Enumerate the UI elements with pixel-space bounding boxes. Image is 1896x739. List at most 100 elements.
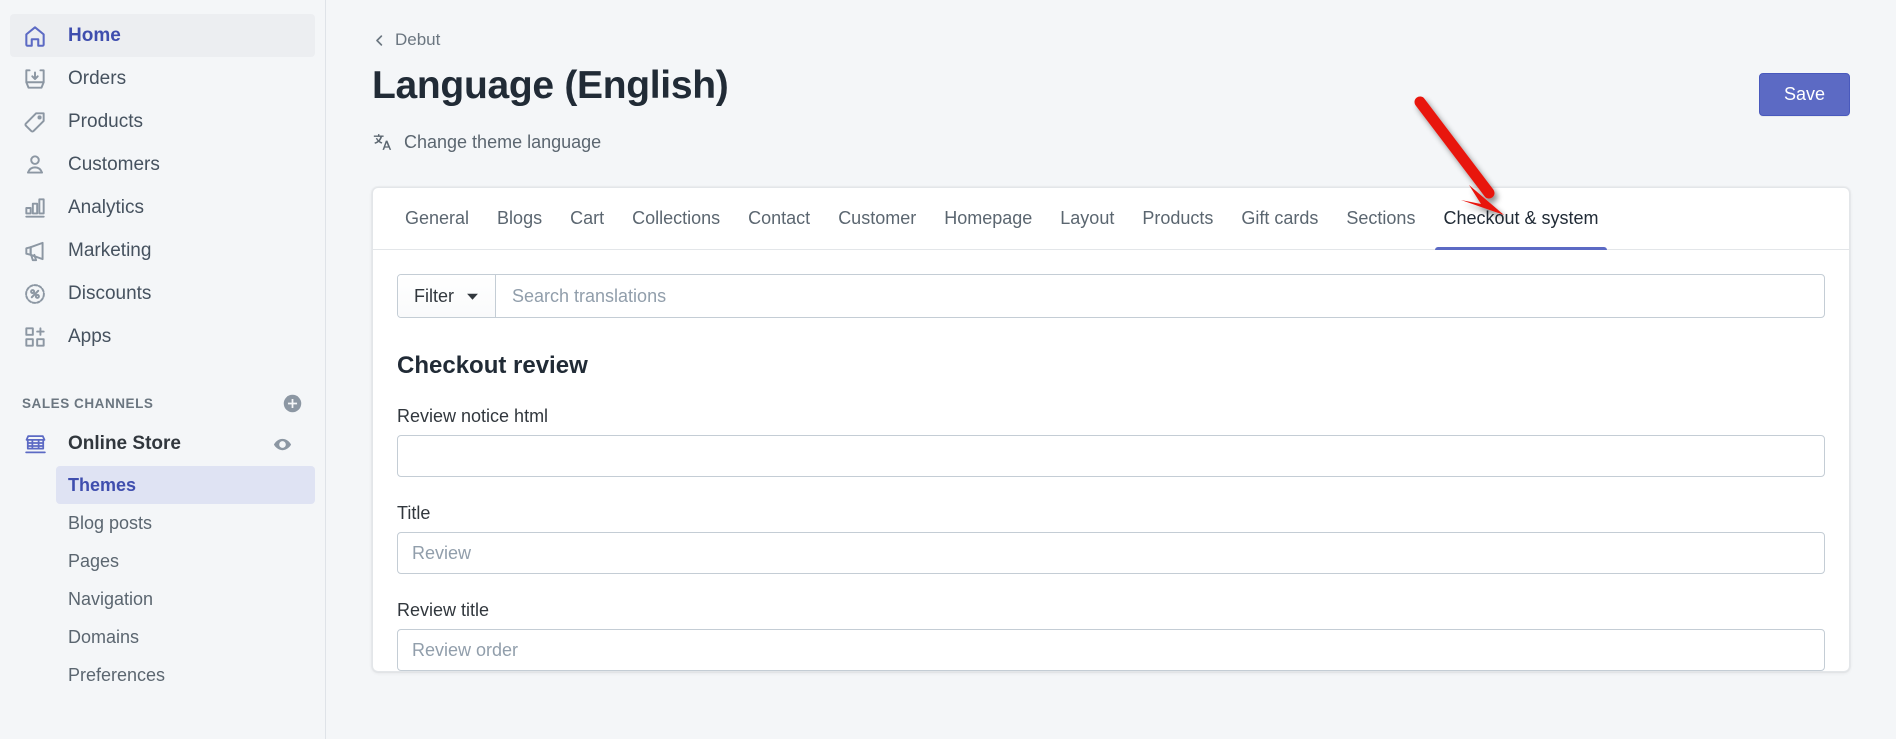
section-title: Checkout review (397, 352, 1825, 380)
tab-collections[interactable]: Collections (618, 188, 734, 249)
tab-label: Layout (1060, 208, 1114, 229)
field-review-notice-html: Review notice html (397, 406, 1825, 477)
tab-label: Blogs (497, 208, 542, 229)
breadcrumb-label: Debut (395, 30, 440, 50)
tab-gift-cards[interactable]: Gift cards (1227, 188, 1332, 249)
breadcrumb[interactable]: Debut (372, 30, 440, 50)
sidebar-item-marketing[interactable]: Marketing (10, 229, 315, 272)
apps-icon (22, 324, 48, 350)
tab-label: Collections (632, 208, 720, 229)
analytics-icon (22, 195, 48, 221)
orders-icon (22, 66, 48, 92)
primary-nav: Home Orders (0, 14, 325, 358)
field-label: Review notice html (397, 406, 1825, 427)
products-icon (22, 109, 48, 135)
sub-item-label: Pages (68, 551, 119, 572)
search-input[interactable] (496, 275, 1824, 317)
sidebar-item-apps[interactable]: Apps (10, 315, 315, 358)
tab-products[interactable]: Products (1128, 188, 1227, 249)
discounts-icon (22, 281, 48, 307)
review-notice-html-input[interactable] (397, 435, 1825, 477)
sidebar-item-label: Discounts (68, 283, 151, 305)
page-title: Language (English) (372, 65, 728, 108)
marketing-icon (22, 238, 48, 264)
translate-icon (372, 132, 392, 152)
chevron-down-icon (466, 290, 479, 303)
change-theme-language-label: Change theme language (404, 132, 601, 153)
sidebar-item-themes[interactable]: Themes (56, 466, 315, 504)
sidebar-item-orders[interactable]: Orders (10, 57, 315, 100)
translations-card: General Blogs Cart Collections Contact C… (372, 187, 1850, 672)
sidebar-item-navigation[interactable]: Navigation (56, 580, 315, 618)
sidebar-item-label: Apps (68, 326, 111, 348)
filter-button[interactable]: Filter (398, 275, 496, 317)
sub-item-label: Navigation (68, 589, 153, 610)
tab-blogs[interactable]: Blogs (483, 188, 556, 249)
sidebar-item-pages[interactable]: Pages (56, 542, 315, 580)
sidebar-item-blog-posts[interactable]: Blog posts (56, 504, 315, 542)
tab-label: Contact (748, 208, 810, 229)
plus-circle-icon[interactable] (282, 393, 303, 414)
sidebar-item-label: Products (68, 111, 143, 133)
sidebar-item-label: Marketing (68, 240, 151, 262)
sales-channels-header: SALES CHANNELS (0, 388, 325, 418)
card-body: Filter Checkout review Review notice htm… (373, 250, 1849, 671)
storefront-icon (22, 431, 48, 457)
sidebar: Home Orders (0, 0, 326, 739)
sidebar-item-discounts[interactable]: Discounts (10, 272, 315, 315)
sidebar-item-label: Home (68, 25, 121, 47)
home-icon (22, 23, 48, 49)
page-header: Debut Language (English) Save Change the… (326, 0, 1896, 157)
sub-item-label: Themes (68, 475, 136, 496)
page-title-row: Language (English) Save (372, 65, 1850, 116)
sidebar-item-products[interactable]: Products (10, 100, 315, 143)
sub-item-label: Preferences (68, 665, 165, 686)
filter-label: Filter (414, 286, 454, 307)
tab-label: Checkout & system (1443, 208, 1598, 229)
sidebar-item-domains[interactable]: Domains (56, 618, 315, 656)
online-store-subnav: Themes Blog posts Pages Navigation Domai… (0, 466, 325, 694)
tab-bar: General Blogs Cart Collections Contact C… (373, 188, 1849, 250)
chevron-left-icon (372, 33, 387, 48)
field-label: Review title (397, 600, 1825, 621)
tab-checkout-and-system[interactable]: Checkout & system (1429, 188, 1612, 249)
tab-label: Cart (570, 208, 604, 229)
field-label: Title (397, 503, 1825, 524)
tab-label: Gift cards (1241, 208, 1318, 229)
change-theme-language-link[interactable]: Change theme language (372, 132, 601, 153)
tab-sections[interactable]: Sections (1332, 188, 1429, 249)
channel-name: Online Store (68, 433, 181, 455)
tab-general[interactable]: General (391, 188, 483, 249)
eye-icon[interactable] (272, 434, 293, 455)
sub-item-label: Domains (68, 627, 139, 648)
sidebar-item-online-store[interactable]: Online Store (10, 424, 315, 464)
tab-cart[interactable]: Cart (556, 188, 618, 249)
sidebar-item-label: Customers (68, 154, 160, 176)
title-input[interactable] (397, 532, 1825, 574)
sidebar-item-customers[interactable]: Customers (10, 143, 315, 186)
tab-label: General (405, 208, 469, 229)
sidebar-item-home[interactable]: Home (10, 14, 315, 57)
tab-label: Homepage (944, 208, 1032, 229)
app-root: Home Orders (0, 0, 1896, 739)
field-title: Title (397, 503, 1825, 574)
tab-homepage[interactable]: Homepage (930, 188, 1046, 249)
sub-item-label: Blog posts (68, 513, 152, 534)
sales-channels-label: SALES CHANNELS (22, 396, 153, 411)
field-review-title: Review title (397, 600, 1825, 671)
save-button[interactable]: Save (1759, 73, 1850, 116)
tab-label: Sections (1346, 208, 1415, 229)
sidebar-item-preferences[interactable]: Preferences (56, 656, 315, 694)
customers-icon (22, 152, 48, 178)
sidebar-item-analytics[interactable]: Analytics (10, 186, 315, 229)
tab-contact[interactable]: Contact (734, 188, 824, 249)
filter-search-bar: Filter (397, 274, 1825, 318)
sidebar-item-label: Analytics (68, 197, 144, 219)
review-title-input[interactable] (397, 629, 1825, 671)
sidebar-item-label: Orders (68, 68, 126, 90)
tab-label: Products (1142, 208, 1213, 229)
tab-label: Customer (838, 208, 916, 229)
tab-layout[interactable]: Layout (1046, 188, 1128, 249)
main-content: Debut Language (English) Save Change the… (326, 0, 1896, 739)
tab-customer[interactable]: Customer (824, 188, 930, 249)
